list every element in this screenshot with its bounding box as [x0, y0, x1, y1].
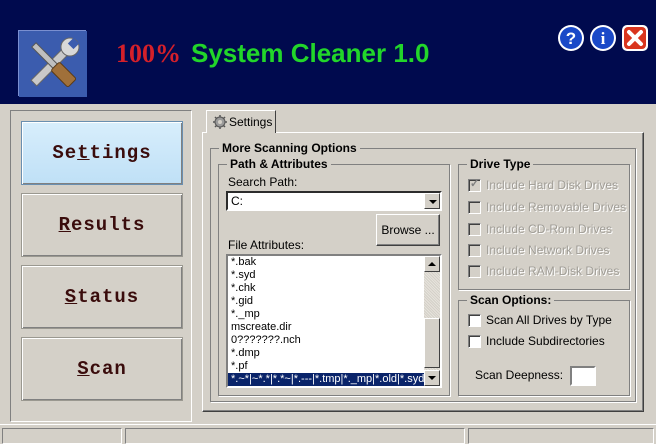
help-button[interactable]: ?	[557, 24, 585, 52]
checkbox-box	[468, 177, 481, 192]
app-title-name: System Cleaner 1.0	[191, 38, 430, 68]
close-icon	[622, 25, 648, 51]
checkbox-box	[468, 222, 481, 236]
list-scrollbar[interactable]	[424, 256, 440, 386]
scan-button[interactable]: Scan	[21, 337, 183, 401]
scan-all-drives-checkbox[interactable]: Scan All Drives by Type	[468, 313, 612, 327]
scan-options-title: Scan Options:	[467, 293, 555, 307]
list-item[interactable]: *.dmp	[228, 347, 426, 360]
results-button[interactable]: Results	[21, 193, 183, 257]
path-attributes-title: Path & Attributes	[227, 157, 331, 171]
search-path-label: Search Path:	[228, 175, 298, 189]
list-item[interactable]: *.bak	[228, 256, 426, 269]
status-cell	[2, 428, 122, 444]
info-button[interactable]: i	[589, 24, 617, 52]
app-title: 100% System Cleaner 1.0	[116, 38, 429, 69]
list-item[interactable]: *.chk	[228, 282, 426, 295]
include-network-checkbox[interactable]: Include Network Drives	[468, 243, 609, 257]
app-window: 100% System Cleaner 1.0 ? i Se t tings Resu…	[0, 0, 656, 444]
app-title-percent: 100%	[116, 39, 181, 68]
scroll-thumb[interactable]	[424, 318, 440, 368]
close-button[interactable]	[621, 24, 649, 52]
info-icon: i	[590, 25, 616, 51]
tools-icon	[19, 31, 87, 97]
tab-settings[interactable]: Settings	[206, 110, 276, 133]
search-path-combo[interactable]: C:	[226, 191, 442, 211]
gear-icon	[213, 115, 227, 129]
checkbox-box	[468, 264, 481, 278]
status-bar	[0, 424, 656, 444]
checkbox-box	[468, 334, 481, 348]
scroll-up-icon[interactable]	[424, 256, 440, 272]
list-item[interactable]: *._mp	[228, 308, 426, 321]
help-icon: ?	[558, 25, 584, 51]
list-item[interactable]: *.pf	[228, 360, 426, 373]
svg-text:i: i	[601, 29, 606, 48]
list-item[interactable]: mscreate.dir	[228, 321, 426, 334]
drive-type-title: Drive Type	[467, 157, 534, 171]
file-attributes-list[interactable]: *.bak *.syd *.chk *.gid *._mp mscreate.d…	[226, 254, 442, 388]
list-item[interactable]: *.syd	[228, 269, 426, 282]
file-attributes-items: *.bak *.syd *.chk *.gid *._mp mscreate.d…	[228, 256, 426, 386]
list-item-selected[interactable]: *.~*|~*.*|*.*~|*.---|*.tmp|*._mp|*.old|*…	[228, 373, 426, 386]
include-ramdisk-checkbox[interactable]: Include RAM-Disk Drives	[468, 264, 619, 278]
checkbox-box	[468, 313, 481, 327]
include-removable-checkbox[interactable]: Include Removable Drives	[468, 200, 626, 214]
app-logo	[18, 30, 87, 97]
checkbox-box	[468, 243, 481, 257]
checkbox-box	[468, 200, 481, 214]
file-attributes-label: File Attributes:	[228, 238, 305, 252]
nav-panel: Se t tings Results Status Scan	[10, 110, 192, 422]
search-path-value: C:	[231, 194, 243, 208]
browse-button[interactable]: Browse ...	[376, 214, 440, 246]
svg-text:?: ?	[566, 29, 576, 48]
list-item[interactable]: 0???????.nch	[228, 334, 426, 347]
status-button[interactable]: Status	[21, 265, 183, 329]
scan-deepness-input[interactable]	[570, 366, 596, 386]
header-banner: 100% System Cleaner 1.0 ? i	[0, 0, 656, 104]
status-cell	[125, 428, 465, 444]
scan-deepness-label: Scan Deepness:	[475, 368, 564, 382]
status-cell	[468, 428, 654, 444]
more-scanning-options-title: More Scanning Options	[219, 141, 360, 155]
include-hard-disk-checkbox[interactable]: Include Hard Disk Drives	[468, 177, 618, 192]
include-cdrom-checkbox[interactable]: Include CD-Rom Drives	[468, 222, 612, 236]
include-subdirectories-checkbox[interactable]: Include Subdirectories	[468, 334, 605, 348]
settings-button[interactable]: Se t tings	[21, 121, 183, 185]
list-item[interactable]: *.gid	[228, 295, 426, 308]
chevron-down-icon[interactable]	[424, 193, 440, 209]
tab-settings-label: Settings	[229, 115, 273, 129]
scroll-down-icon[interactable]	[424, 370, 440, 386]
